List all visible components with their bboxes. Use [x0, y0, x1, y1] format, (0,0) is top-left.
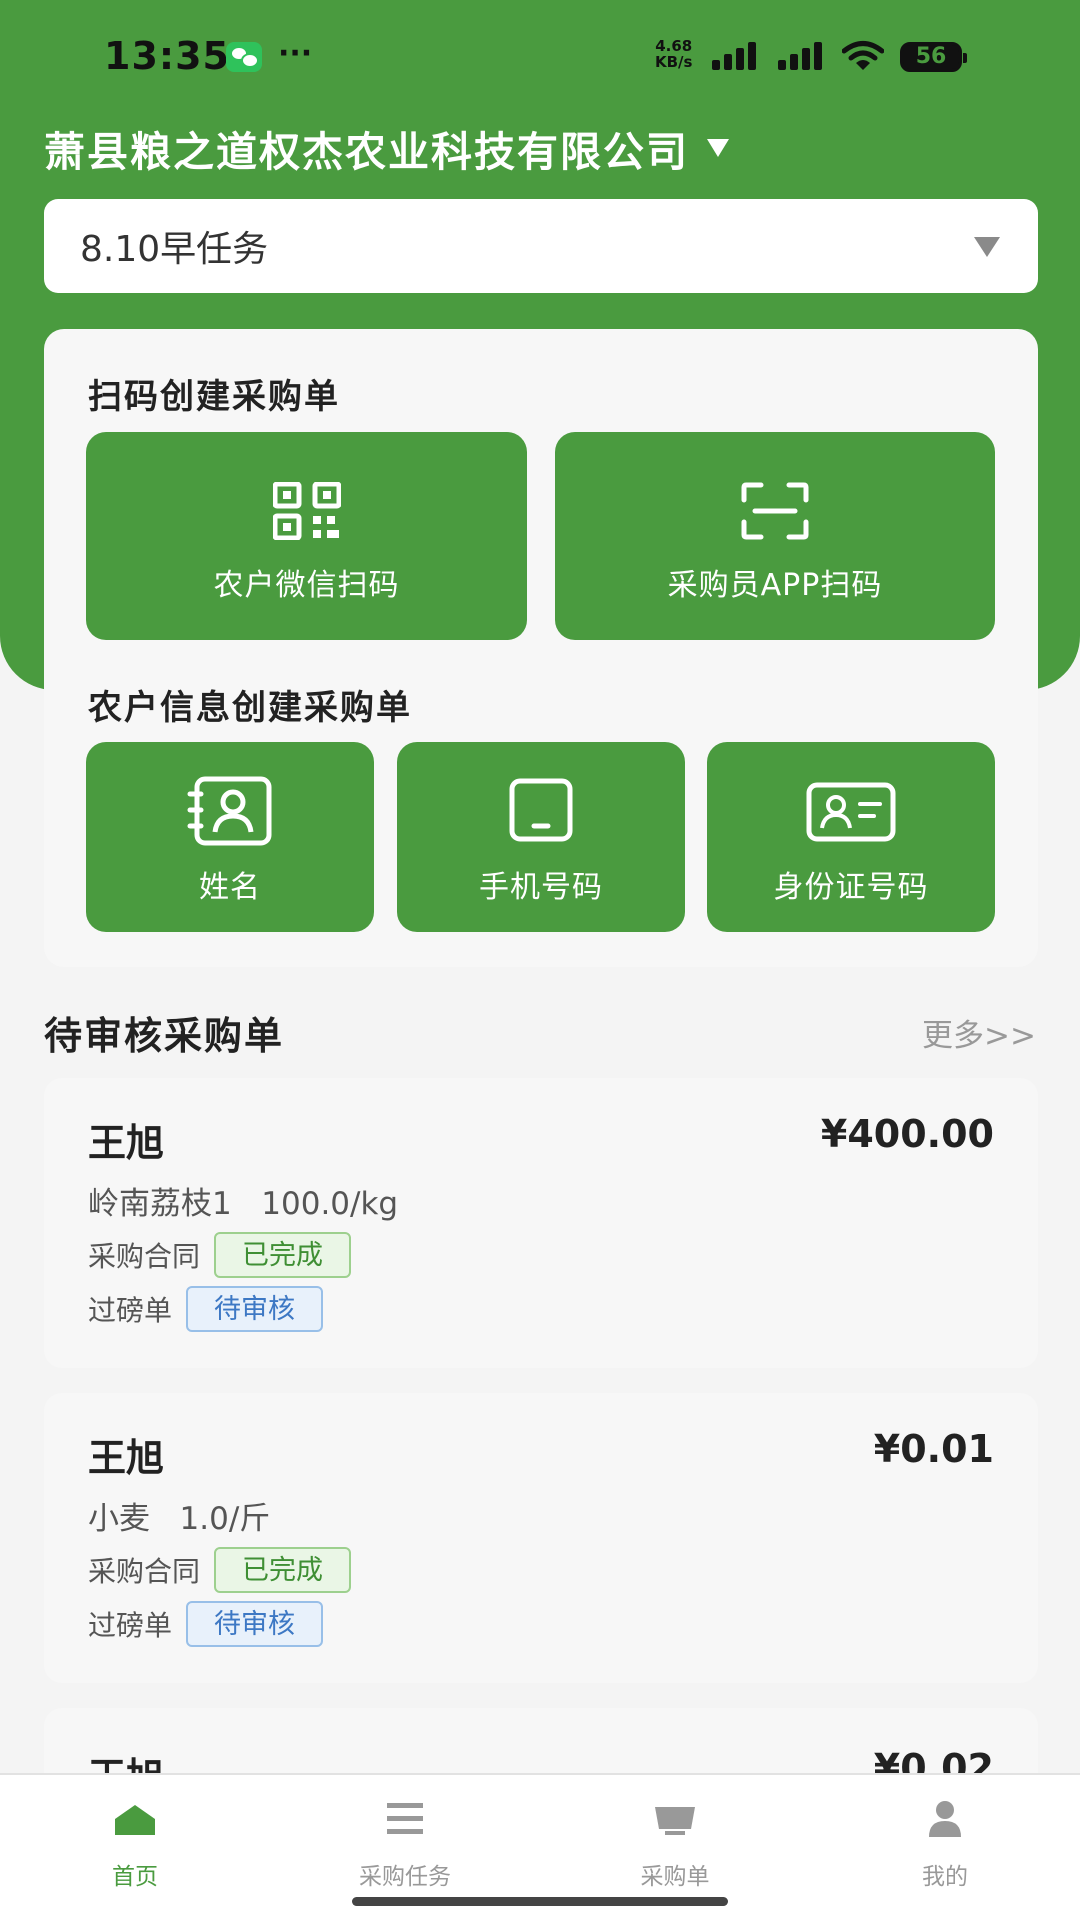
id-button-label: 身份证号码 [773, 870, 929, 905]
info-section-title: 农户信息创建采购单 [88, 688, 412, 728]
farmer-wechat-scan-label: 农户微信扫码 [213, 568, 400, 603]
weigh-label: 过磅单 [88, 1294, 173, 1327]
contract-row: 采购合同 已完成 [88, 1232, 352, 1278]
caret-down-icon [707, 139, 729, 157]
tab-mine[interactable]: 我的 [810, 1775, 1080, 1895]
tab-home-label: 首页 [112, 1864, 158, 1890]
more-link[interactable]: 更多>> [922, 1010, 1036, 1055]
id-card-icon [806, 782, 896, 842]
pending-orders-title: 待审核采购单 [44, 1014, 285, 1058]
cart-icon [655, 1807, 695, 1835]
buyer-app-scan-label: 采购员APP扫码 [667, 568, 883, 603]
company-name: 萧县粮之道权杰农业科技有限公司 [44, 128, 689, 176]
battery-icon: 56 [900, 42, 967, 72]
home-icon [115, 1805, 155, 1835]
order-price: ¥0.01 [873, 1427, 994, 1471]
caret-down-icon [974, 237, 1000, 257]
order-product-line: 岭南荔枝1 100.0/kg [88, 1186, 399, 1222]
status-badge: 已完成 [214, 1232, 352, 1278]
status-badge: 已完成 [214, 1547, 352, 1593]
name-button-label: 姓名 [199, 870, 261, 905]
weigh-row: 过磅单 待审核 [88, 1601, 324, 1647]
order-price: ¥400.00 [820, 1112, 994, 1156]
tab-purchase-tasks-label: 采购任务 [359, 1864, 451, 1890]
status-bar: 13:35 ··· 4.68 KB/s 56 [0, 0, 1080, 110]
scan-frame-icon [741, 482, 809, 540]
order-farmer-name: 王旭 [88, 1121, 165, 1165]
contact-book-icon [187, 776, 272, 846]
status-time: 13:35 [104, 34, 230, 78]
home-indicator [352, 1897, 728, 1906]
status-badge: 待审核 [186, 1601, 324, 1647]
weigh-row: 过磅单 待审核 [88, 1286, 324, 1332]
tab-home[interactable]: 首页 [0, 1775, 270, 1895]
farmer-wechat-scan-button[interactable]: 农户微信扫码 [86, 432, 527, 640]
order-product-line: 小麦 1.0/斤 [88, 1501, 271, 1537]
order-farmer-name: 王旭 [88, 1436, 165, 1480]
company-selector[interactable]: 萧县粮之道权杰农业科技有限公司 [44, 118, 729, 178]
tab-purchase-tasks[interactable]: 采购任务 [270, 1775, 540, 1895]
list-icon [387, 1803, 423, 1834]
create-by-name-button[interactable]: 姓名 [86, 742, 374, 932]
create-by-id-button[interactable]: 身份证号码 [707, 742, 995, 932]
user-icon [929, 1801, 961, 1837]
create-order-card: 扫码创建采购单 农户微信扫码 采购员APP扫码 农户信息创建采购单 姓名 手机号… [44, 329, 1038, 967]
task-select[interactable]: 8.10早任务 [44, 199, 1038, 293]
weigh-label: 过磅单 [88, 1609, 173, 1642]
phone-button-label: 手机号码 [479, 870, 603, 905]
create-by-phone-button[interactable]: 手机号码 [397, 742, 685, 932]
contract-row: 采购合同 已完成 [88, 1547, 352, 1593]
task-select-value: 8.10早任务 [80, 229, 269, 270]
tab-purchase-orders-label: 采购单 [640, 1864, 710, 1890]
tab-purchase-orders[interactable]: 采购单 [540, 1775, 810, 1895]
network-speed: 4.68 KB/s [655, 37, 693, 71]
tab-mine-label: 我的 [922, 1864, 968, 1890]
order-card[interactable]: 王旭 ¥400.00 岭南荔枝1 100.0/kg 采购合同 已完成 过磅单 待… [44, 1078, 1038, 1368]
buyer-app-scan-button[interactable]: 采购员APP扫码 [555, 432, 995, 640]
signal-icon-2 [778, 42, 828, 70]
contract-label: 采购合同 [88, 1555, 201, 1588]
contract-label: 采购合同 [88, 1240, 201, 1273]
signal-icon [712, 42, 762, 70]
order-card[interactable]: 王旭 ¥0.01 小麦 1.0/斤 采购合同 已完成 过磅单 待审核 [44, 1393, 1038, 1683]
phone-icon [509, 778, 573, 842]
qr-code-icon [272, 482, 341, 540]
scan-section-title: 扫码创建采购单 [88, 377, 340, 417]
more-dots-icon: ··· [278, 36, 313, 71]
wechat-icon [226, 42, 262, 72]
wifi-icon [842, 41, 884, 70]
status-badge: 待审核 [186, 1286, 324, 1332]
